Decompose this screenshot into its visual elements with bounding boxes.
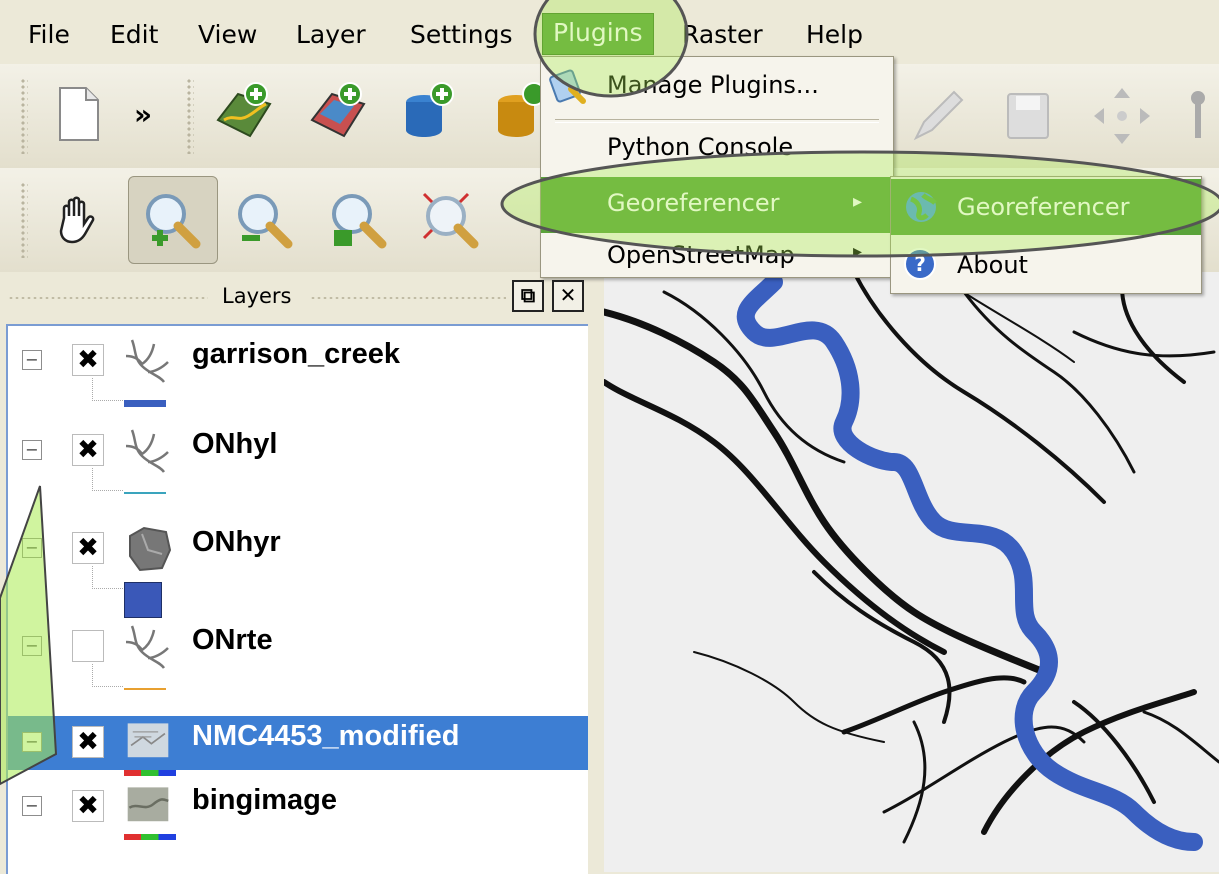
annotation-overlay	[0, 0, 1219, 786]
